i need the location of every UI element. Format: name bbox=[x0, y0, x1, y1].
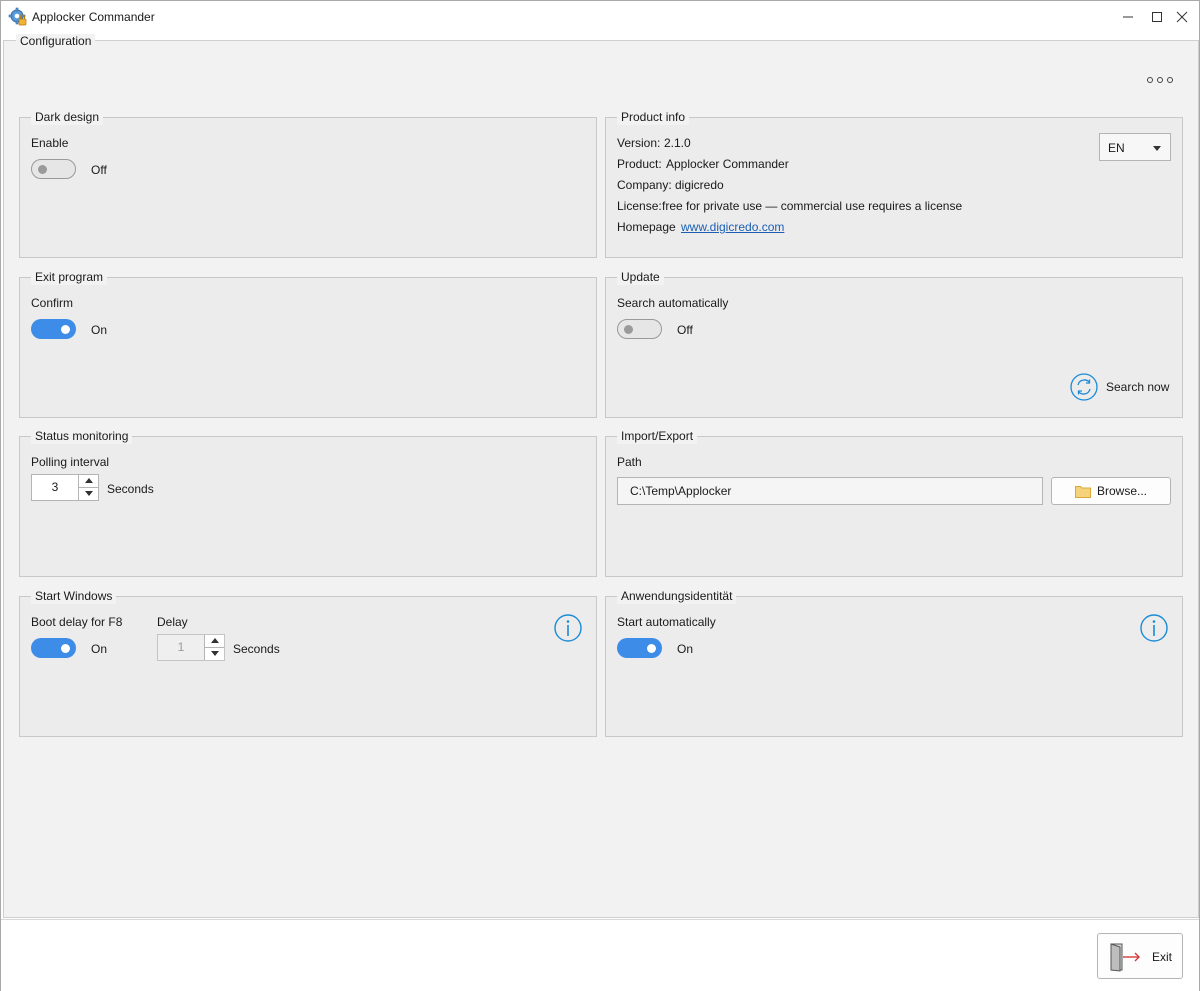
start-automatically-state: On bbox=[677, 642, 694, 656]
exit-label: Exit bbox=[1152, 950, 1173, 964]
update-group: Update Search automatically Off Search n… bbox=[605, 270, 1183, 418]
delay-unit: Seconds bbox=[233, 642, 280, 656]
more-options-button[interactable] bbox=[1144, 73, 1176, 87]
product-info-title: Product info bbox=[617, 110, 690, 125]
polling-interval-stepper[interactable]: 3 bbox=[31, 474, 99, 501]
exit-button[interactable]: Exit bbox=[1097, 933, 1183, 979]
dark-design-state: Off bbox=[91, 163, 107, 177]
homepage-label: Homepage bbox=[617, 220, 676, 234]
delay-value: 1 bbox=[177, 640, 185, 654]
delay-stepper[interactable]: 1 bbox=[157, 634, 225, 661]
maximize-icon bbox=[1152, 11, 1162, 22]
folder-icon bbox=[1074, 485, 1091, 498]
dark-design-group: Dark design Enable Off bbox=[19, 110, 597, 258]
more-dot-icon bbox=[1157, 77, 1163, 83]
path-input[interactable]: C:\Temp\Applocker bbox=[617, 477, 1043, 505]
app-identity-group: Anwendungsidentität Start automatically … bbox=[605, 589, 1183, 737]
minimize-icon bbox=[1123, 16, 1133, 17]
boot-delay-toggle[interactable] bbox=[31, 638, 76, 658]
configuration-title: Configuration bbox=[16, 34, 96, 48]
exit-program-group: Exit program Confirm On bbox=[19, 270, 597, 418]
confirm-exit-toggle[interactable] bbox=[31, 319, 76, 339]
more-dot-icon bbox=[1167, 77, 1173, 83]
arrow-down-icon bbox=[210, 651, 219, 657]
app-identity-title: Anwendungsidentität bbox=[617, 589, 737, 604]
start-automatically-toggle[interactable] bbox=[617, 638, 662, 658]
language-value: EN bbox=[1108, 141, 1125, 155]
increment-button[interactable] bbox=[79, 475, 98, 488]
exit-program-title: Exit program bbox=[31, 270, 108, 285]
app-window: Applocker Commander Configuration Dark d… bbox=[0, 0, 1200, 991]
polling-interval-label: Polling interval bbox=[31, 455, 110, 469]
dark-design-enable-label: Enable bbox=[31, 136, 69, 150]
delay-label: Delay bbox=[157, 615, 188, 629]
arrow-up-icon bbox=[84, 478, 93, 484]
status-monitoring-group: Status monitoring Polling interval 3 Sec… bbox=[19, 429, 597, 577]
language-select[interactable]: EN bbox=[1099, 133, 1171, 161]
close-icon bbox=[1176, 11, 1188, 22]
boot-delay-state: On bbox=[91, 642, 108, 656]
update-title: Update bbox=[617, 270, 664, 285]
search-automatically-label: Search automatically bbox=[617, 296, 729, 310]
browse-label: Browse... bbox=[1096, 484, 1147, 498]
product-info-group: Product info Version: 2.1.0 Product: App… bbox=[605, 110, 1183, 258]
polling-interval-value: 3 bbox=[51, 480, 59, 494]
license-value: free for private use — commercial use re… bbox=[662, 199, 963, 213]
start-windows-group: Start Windows Boot delay for F8 On Delay… bbox=[19, 589, 597, 737]
product-label: Product: bbox=[617, 157, 662, 171]
confirm-exit-state: On bbox=[91, 323, 108, 337]
chevron-down-icon bbox=[1153, 146, 1161, 151]
boot-delay-label: Boot delay for F8 bbox=[31, 615, 123, 629]
window-title: Applocker Commander bbox=[32, 10, 155, 24]
arrow-up-icon bbox=[210, 638, 219, 644]
search-now-label: Search now bbox=[1106, 380, 1170, 394]
close-button[interactable] bbox=[1165, 1, 1199, 32]
info-icon[interactable] bbox=[553, 613, 583, 643]
search-automatically-state: Off bbox=[677, 323, 693, 337]
configuration-panel: Configuration Dark design Enable Off Pro… bbox=[3, 34, 1199, 918]
start-windows-title: Start Windows bbox=[31, 589, 117, 604]
version-label: Version: bbox=[617, 136, 661, 150]
title-bar: Applocker Commander bbox=[1, 1, 1199, 32]
confirm-label: Confirm bbox=[31, 296, 74, 310]
start-automatically-label: Start automatically bbox=[617, 615, 716, 629]
decrement-button[interactable] bbox=[79, 488, 98, 501]
increment-button[interactable] bbox=[205, 635, 224, 648]
refresh-icon bbox=[1070, 373, 1098, 401]
arrow-down-icon bbox=[84, 491, 93, 497]
search-now-button[interactable]: Search now bbox=[1069, 372, 1179, 402]
license-label: License: bbox=[617, 199, 662, 213]
status-monitoring-title: Status monitoring bbox=[31, 429, 133, 444]
decrement-button[interactable] bbox=[205, 648, 224, 661]
path-label: Path bbox=[617, 455, 642, 469]
product-value: Applocker Commander bbox=[666, 157, 789, 171]
dark-design-title: Dark design bbox=[31, 110, 104, 125]
footer-bar: Exit bbox=[1, 919, 1199, 991]
company-label: Company: bbox=[617, 178, 672, 192]
search-automatically-toggle[interactable] bbox=[617, 319, 662, 339]
company-value: digicredo bbox=[675, 178, 724, 192]
info-icon[interactable] bbox=[1139, 613, 1169, 643]
version-value: 2.1.0 bbox=[664, 136, 691, 150]
dark-design-toggle[interactable] bbox=[31, 159, 76, 179]
exit-door-icon bbox=[1110, 943, 1140, 972]
browse-button[interactable]: Browse... bbox=[1051, 477, 1171, 505]
polling-interval-unit: Seconds bbox=[107, 482, 154, 496]
app-gear-lock-icon bbox=[8, 7, 27, 26]
import-export-group: Import/Export Path C:\Temp\Applocker Bro… bbox=[605, 429, 1183, 577]
import-export-title: Import/Export bbox=[617, 429, 698, 444]
more-dot-icon bbox=[1147, 77, 1153, 83]
homepage-link[interactable]: www.digicredo.com bbox=[681, 220, 784, 234]
